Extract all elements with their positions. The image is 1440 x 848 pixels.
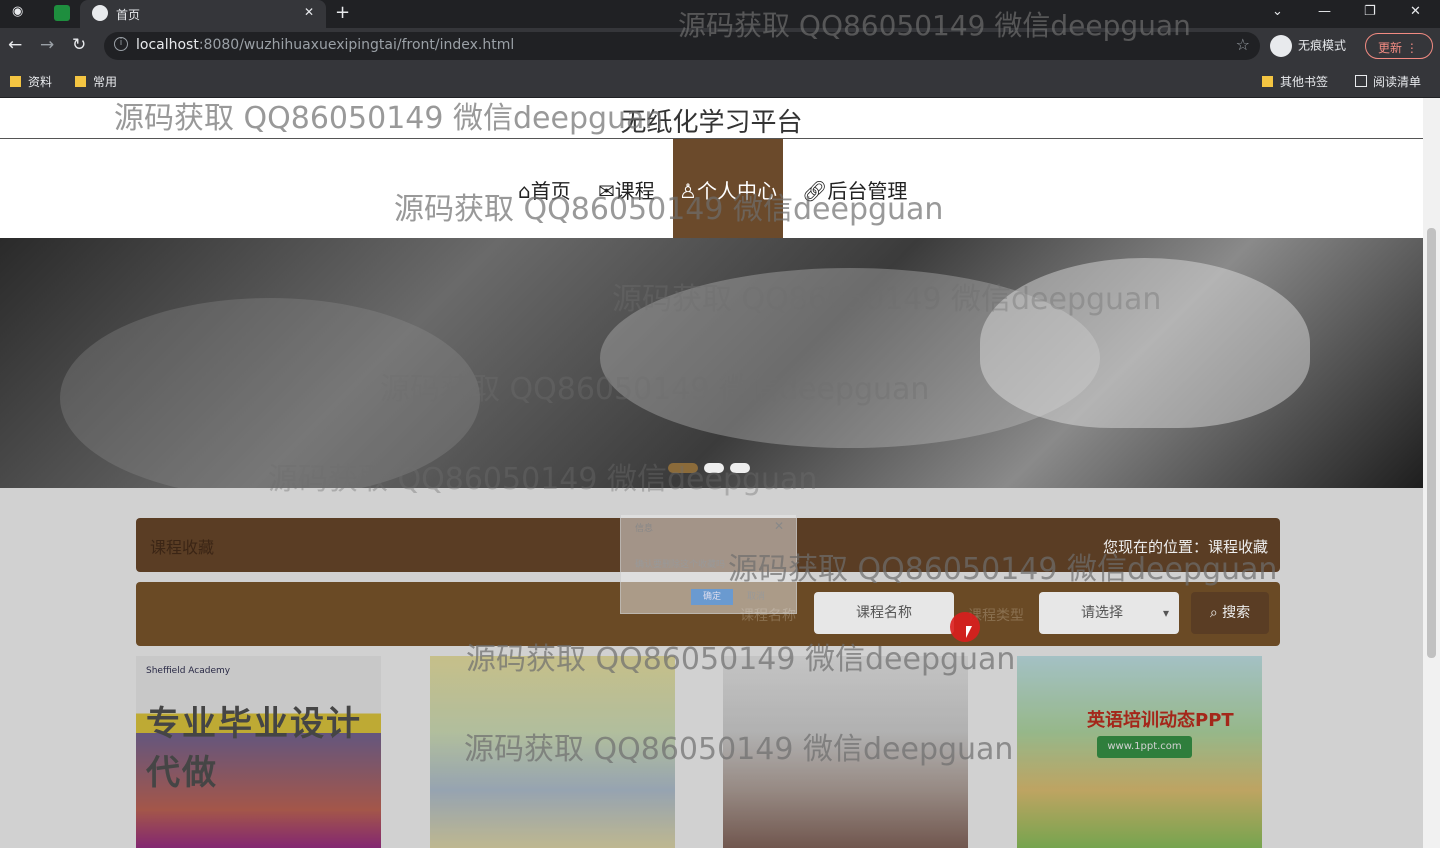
tab-search-icon[interactable]: ⌄ [1272, 4, 1283, 19]
bookmark-label: 其他书签 [1280, 75, 1329, 89]
tab-close-icon[interactable]: ✕ [304, 5, 314, 19]
scrollbar-thumb[interactable] [1427, 228, 1436, 658]
incognito-label: 无痕模式 [1298, 38, 1347, 53]
site-info-icon[interactable]: i [114, 37, 128, 51]
search-button[interactable]: ⌕ 搜索 [1191, 592, 1269, 634]
folder-icon [10, 76, 21, 87]
dialog-close-icon[interactable]: ✕ [774, 519, 784, 533]
main-nav: ⌂首页 ✉课程 ♙个人中心 🔗︎后台管理 [0, 139, 1423, 238]
tab-title: 首页 [116, 8, 141, 22]
nav-courses[interactable]: ✉课程 [598, 139, 655, 238]
url-path: :8080/wuzhihuaxuexipingtai/front/index.h… [198, 37, 515, 53]
nav-home[interactable]: ⌂首页 [518, 139, 571, 238]
bookmark-folder-other[interactable]: 其他书签 [1262, 73, 1328, 90]
web-page: 无纸化学习平台 ⌂首页 ✉课程 ♙个人中心 🔗︎后台管理 Sheffield A… [0, 98, 1440, 848]
mouse-cursor [950, 612, 980, 642]
update-label: 更新 [1378, 41, 1403, 55]
minimize-icon[interactable]: — [1318, 4, 1331, 19]
bookmark-label: 常用 [93, 75, 118, 89]
new-tab-button[interactable]: + [335, 2, 350, 23]
forward-icon[interactable]: → [40, 35, 54, 55]
dialog-ok-button[interactable]: 确定 [691, 589, 733, 605]
restore-icon[interactable]: ❐ [1364, 4, 1376, 19]
bookmarks-bar: 资料 常用 其他书签 阅读清单 [0, 64, 1440, 98]
breadcrumb: 您现在的位置：课程收藏 [1102, 538, 1268, 556]
close-window-icon[interactable]: ✕ [1410, 4, 1421, 19]
search-button-label: 搜索 [1222, 605, 1251, 621]
folder-icon [75, 76, 86, 87]
reload-icon[interactable]: ↻ [72, 35, 86, 55]
site-title: 无纸化学习平台 [0, 98, 1423, 139]
page-scrollbar[interactable] [1423, 98, 1440, 848]
course-type-value: 请选择 [1081, 605, 1123, 621]
globe-icon [92, 5, 108, 21]
carousel-dot[interactable] [730, 463, 750, 473]
incognito-icon [1270, 35, 1292, 57]
link-icon: 🔗︎ [802, 179, 828, 203]
confirm-dialog: 信息 ✕ 确认要删除这个收藏吗 确定 取消 [620, 514, 797, 614]
section-title: 课程收藏 [150, 538, 215, 557]
chevron-down-icon: ▾ [1162, 606, 1169, 620]
course-type-select[interactable]: 请选择 ▾ [1039, 592, 1179, 634]
bookmark-label: 资料 [28, 75, 53, 89]
bookmark-folder-data[interactable]: 资料 [10, 73, 52, 90]
nav-courses-label: 课程 [614, 179, 655, 203]
browser-toolbar: ← → ↻ i localhost:8080/wuzhihuaxuexiping… [0, 28, 1440, 64]
home-icon: ⌂ [518, 179, 531, 203]
cursor-arrow-icon [966, 626, 972, 638]
bookmark-folder-common[interactable]: 常用 [75, 73, 117, 90]
nav-admin-label: 后台管理 [827, 179, 908, 203]
reading-list[interactable]: 阅读清单 [1355, 73, 1421, 90]
browser-tab-strip: ◉ 首页 ✕ + ⌄ — ❐ ✕ [0, 0, 1440, 28]
incognito-indicator[interactable]: 无痕模式 [1270, 35, 1346, 57]
reading-list-label: 阅读清单 [1373, 75, 1422, 89]
dialog-title: 信息 [635, 524, 654, 534]
carousel-dots [668, 458, 756, 477]
back-icon[interactable]: ← [8, 35, 22, 55]
bookmark-star-icon[interactable]: ☆ [1236, 35, 1250, 54]
nav-personal-center[interactable]: ♙个人中心 [673, 139, 783, 238]
carousel-dot[interactable] [668, 463, 698, 473]
mail-icon: ✉ [598, 179, 615, 203]
url-host: localhost [136, 37, 199, 53]
tab-home[interactable]: 首页 ✕ [80, 0, 326, 28]
dialog-message: 确认要删除这个收藏吗 [635, 560, 726, 570]
chrome-menu-icon[interactable]: ◉ [12, 4, 23, 19]
reading-list-icon [1355, 75, 1367, 87]
course-name-input[interactable]: 课程名称 [814, 592, 954, 634]
user-icon: ♙ [679, 179, 697, 203]
app-icon[interactable] [54, 5, 70, 21]
dialog-cancel-button[interactable]: 取消 [747, 589, 765, 602]
carousel-dot[interactable] [704, 463, 724, 473]
nav-home-label: 首页 [530, 179, 571, 203]
nav-personal-label: 个人中心 [696, 179, 777, 203]
banner-shape [60, 298, 480, 488]
update-button[interactable]: 更新 ⋮ [1365, 33, 1433, 59]
nav-admin[interactable]: 🔗︎后台管理 [802, 139, 907, 238]
address-bar[interactable]: i localhost:8080/wuzhihuaxuexipingtai/fr… [104, 32, 1260, 60]
folder-icon [1262, 76, 1273, 87]
banner-shape [980, 258, 1310, 428]
search-icon: ⌕ [1209, 605, 1218, 621]
hero-carousel[interactable] [0, 238, 1423, 488]
